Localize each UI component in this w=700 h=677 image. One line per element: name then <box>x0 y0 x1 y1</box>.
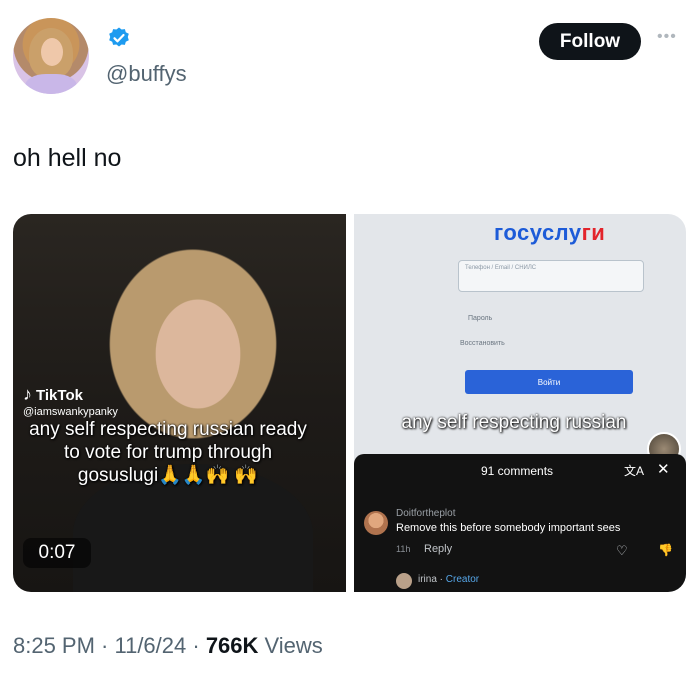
comment-reply-link: Reply <box>424 543 453 555</box>
video-caption: any self respecting russian ready to vot… <box>29 419 307 486</box>
screenshot-image[interactable]: госуслуги Телефон / Email / СНИЛС Пароль… <box>354 214 686 592</box>
heart-icon: ♡ <box>616 543 628 558</box>
views-label: Views <box>258 633 323 658</box>
user-handle[interactable]: @buffys <box>106 61 187 87</box>
more-options-icon[interactable]: ••• <box>657 28 677 46</box>
commenter-avatar <box>364 511 388 535</box>
screenshot-caption: any self respecting russian <box>401 412 627 433</box>
commenter-name: Doitfortheplot <box>396 508 456 519</box>
comments-sheet: 91 comments 文A ✕ Doitfortheplot Remove t… <box>354 454 686 592</box>
tiktok-username: @iamswankypanky <box>23 406 118 418</box>
tiktok-logo-text: TikTok <box>36 387 83 404</box>
close-icon: ✕ <box>657 461 670 478</box>
avatar-face <box>41 38 63 66</box>
comments-count: 91 comments <box>481 464 554 478</box>
reply-author-name: irina <box>418 574 437 585</box>
translate-icon: 文A <box>624 464 645 478</box>
creator-tag: Creator <box>445 574 480 585</box>
reply-avatar <box>396 573 412 589</box>
reply-author-separator: · <box>436 574 446 585</box>
profile-avatar[interactable] <box>13 18 89 94</box>
gosuslugi-logo-main: госуслу <box>494 220 582 245</box>
video-thumbnail[interactable]: ♪ TikTok @iamswankypanky any self respect… <box>13 214 346 592</box>
views-count: 766K <box>205 633 259 658</box>
video-duration-badge: 0:07 <box>23 538 91 568</box>
reply-author: irina · Creator <box>418 574 479 585</box>
password-label: Пароль <box>468 315 493 322</box>
gosuslugi-logo: госуслуги <box>494 220 605 246</box>
comment-time: 11h <box>396 544 411 554</box>
follow-button[interactable]: Follow <box>539 23 641 60</box>
recover-link: Восстановить <box>460 340 505 347</box>
tiktok-note-icon: ♪ <box>23 384 32 404</box>
tweet-text: oh hell no <box>13 144 122 172</box>
login-button: Войти <box>465 370 633 394</box>
tweet-timestamp[interactable]: 8:25 PM · 11/6/24 · <box>13 633 206 658</box>
dislike-icon: 👎 <box>658 543 673 557</box>
verified-badge-icon <box>109 27 129 47</box>
login-field-placeholder: Телефон / Email / СНИЛС <box>465 265 537 271</box>
avatar-dress <box>25 74 77 94</box>
tweet-meta: 8:25 PM · 11/6/24 · 766K Views <box>13 633 323 659</box>
comment-text: Remove this before somebody important se… <box>396 522 621 534</box>
tiktok-logo: ♪ TikTok <box>23 384 83 405</box>
gosuslugi-logo-accent: ги <box>581 220 606 245</box>
login-field: Телефон / Email / СНИЛС <box>458 260 644 292</box>
media-grid: ♪ TikTok @iamswankypanky any self respect… <box>13 214 686 592</box>
